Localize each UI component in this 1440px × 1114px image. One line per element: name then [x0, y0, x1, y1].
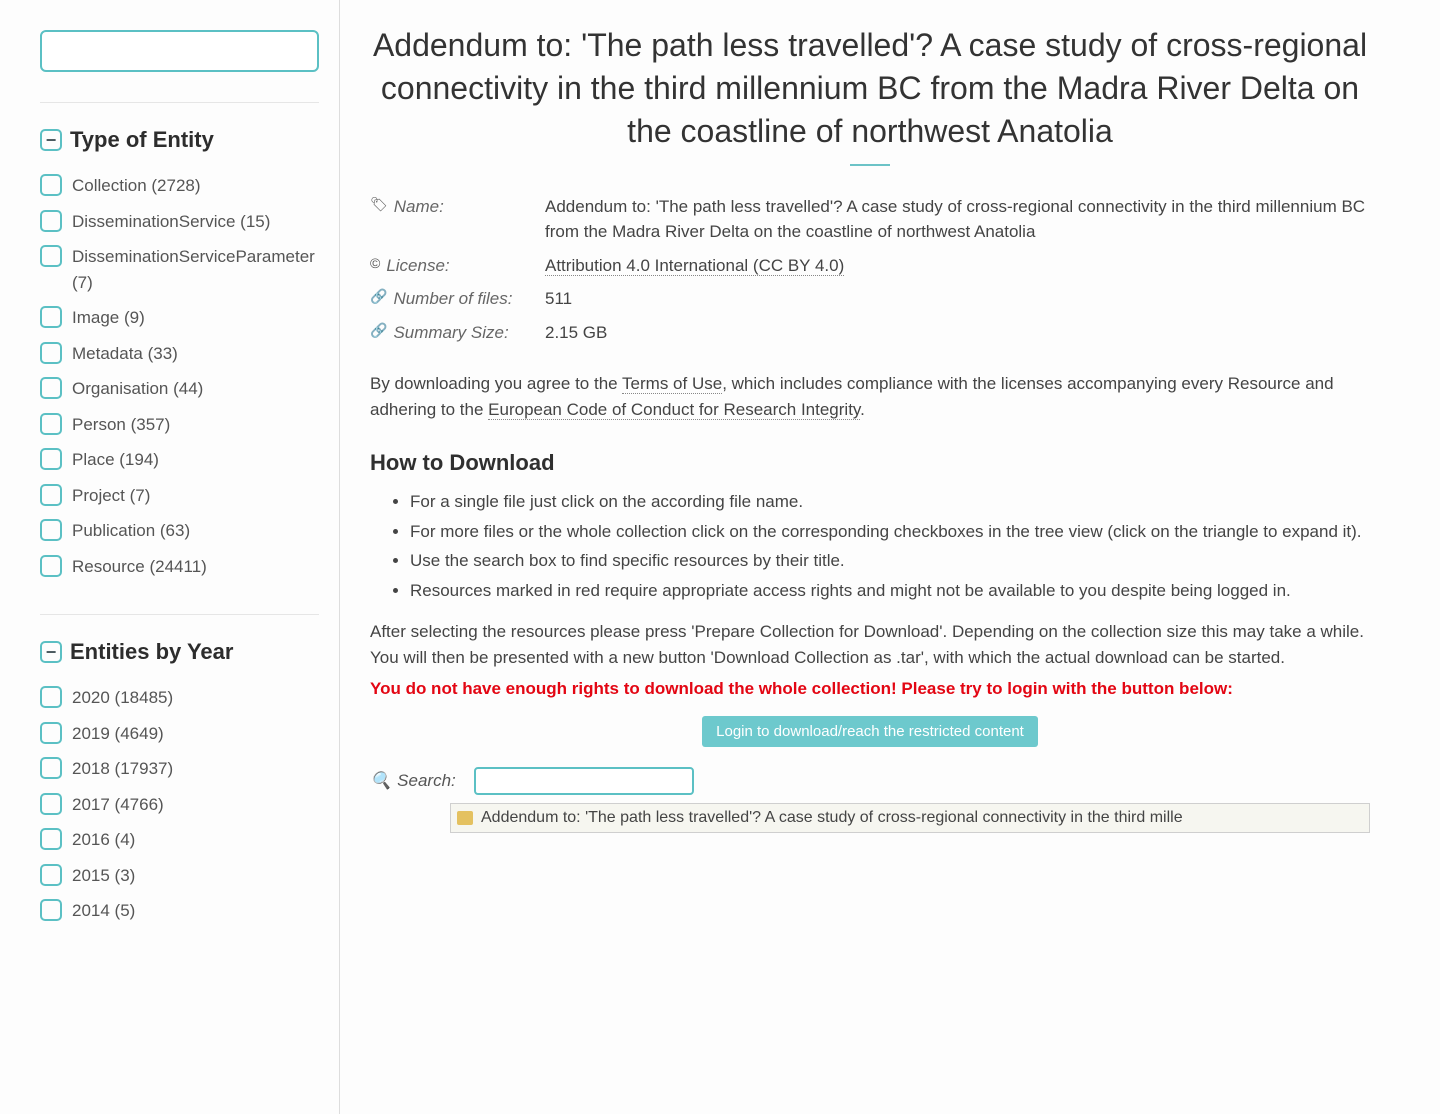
list-item: For a single file just click on the acco… — [410, 489, 1370, 515]
checkbox-icon[interactable] — [40, 306, 62, 328]
facet-item[interactable]: 2019 (4649) — [40, 716, 319, 752]
list-item: Use the search box to find specific reso… — [410, 548, 1370, 574]
checkbox-icon[interactable] — [40, 828, 62, 850]
meta-value-numfiles: 511 — [545, 286, 1370, 312]
sidebar-divider — [40, 614, 319, 615]
sidebar: − Type of Entity Collection (2728) Disse… — [0, 0, 340, 1114]
login-button[interactable]: Login to download/reach the restricted c… — [702, 716, 1038, 747]
checkbox-icon[interactable] — [40, 864, 62, 886]
facet-item[interactable]: DisseminationServiceParameter (7) — [40, 239, 319, 300]
checkbox-icon[interactable] — [40, 757, 62, 779]
meta-value-name: Addendum to: 'The path less travelled'? … — [545, 194, 1370, 245]
facet-item[interactable]: Person (357) — [40, 407, 319, 443]
after-selection-text: After selecting the resources please pre… — [370, 619, 1370, 670]
tree-root-label: Addendum to: 'The path less travelled'? … — [481, 806, 1183, 830]
checkbox-icon[interactable] — [40, 686, 62, 708]
facet-item[interactable]: 2015 (3) — [40, 858, 319, 894]
facet-item[interactable]: Project (7) — [40, 478, 319, 514]
checkbox-icon[interactable] — [40, 519, 62, 541]
facet-item[interactable]: Resource (24411) — [40, 549, 319, 585]
list-item: Resources marked in red require appropri… — [410, 578, 1370, 604]
checkbox-icon[interactable] — [40, 174, 62, 196]
link-icon: 🔗 — [370, 286, 387, 307]
facet-item[interactable]: 2018 (17937) — [40, 751, 319, 787]
code-of-conduct-link[interactable]: European Code of Conduct for Research In… — [488, 400, 860, 420]
folder-icon — [457, 811, 473, 825]
facet-entities-by-year: − Entities by Year 2020 (18485) 2019 (46… — [40, 635, 319, 929]
checkbox-icon[interactable] — [40, 484, 62, 506]
checkbox-icon[interactable] — [40, 448, 62, 470]
rights-warning: You do not have enough rights to downloa… — [370, 676, 1370, 702]
meta-label-license: License: — [386, 253, 449, 279]
link-icon: 🔗 — [370, 320, 387, 341]
meta-label-name: Name: — [394, 194, 444, 220]
facet-item[interactable]: Place (194) — [40, 442, 319, 478]
list-item: For more files or the whole collection c… — [410, 519, 1370, 545]
checkbox-icon[interactable] — [40, 245, 62, 267]
how-to-download-list: For a single file just click on the acco… — [410, 489, 1370, 603]
facet-item[interactable]: Publication (63) — [40, 513, 319, 549]
checkbox-icon[interactable] — [40, 793, 62, 815]
checkbox-icon[interactable] — [40, 210, 62, 232]
page-title: Addendum to: 'The path less travelled'? … — [370, 24, 1370, 154]
facet-item[interactable]: 2020 (18485) — [40, 680, 319, 716]
sidebar-search-input[interactable] — [40, 30, 319, 72]
meta-label-numfiles: Number of files: — [393, 286, 512, 312]
tree-root-row[interactable]: ▸ Addendum to: 'The path less travelled'… — [450, 803, 1370, 833]
facet-title: Entities by Year — [70, 635, 233, 668]
terms-of-use-link[interactable]: Terms of Use — [622, 374, 722, 394]
checkbox-icon[interactable] — [40, 555, 62, 577]
how-to-download-heading: How to Download — [370, 446, 1370, 479]
license-link[interactable]: Attribution 4.0 International (CC BY 4.0… — [545, 256, 844, 276]
tag-icon: 🏷 — [370, 194, 388, 215]
search-icon: 🔍 — [370, 768, 391, 794]
collapse-icon[interactable]: − — [40, 129, 62, 151]
title-underline — [850, 164, 890, 166]
checkbox-icon[interactable] — [40, 413, 62, 435]
collapse-icon[interactable]: − — [40, 641, 62, 663]
main-content: Addendum to: 'The path less travelled'? … — [340, 0, 1400, 1114]
checkbox-icon[interactable] — [40, 899, 62, 921]
tree-search-input[interactable] — [474, 767, 694, 795]
facet-item[interactable]: Organisation (44) — [40, 371, 319, 407]
facet-item[interactable]: Metadata (33) — [40, 336, 319, 372]
meta-label-size: Summary Size: — [393, 320, 508, 346]
facet-item[interactable]: DisseminationService (15) — [40, 204, 319, 240]
facet-item[interactable]: 2014 (5) — [40, 893, 319, 929]
facet-item[interactable]: Image (9) — [40, 300, 319, 336]
facet-type-of-entity: − Type of Entity Collection (2728) Disse… — [40, 123, 319, 584]
copyright-icon: © — [370, 253, 380, 274]
sidebar-divider — [40, 102, 319, 103]
facet-item[interactable]: 2017 (4766) — [40, 787, 319, 823]
checkbox-icon[interactable] — [40, 722, 62, 744]
facet-title: Type of Entity — [70, 123, 214, 156]
metadata-table: 🏷 Name: Addendum to: 'The path less trave… — [370, 190, 1370, 350]
checkbox-icon[interactable] — [40, 377, 62, 399]
agreement-text: By downloading you agree to the Terms of… — [370, 371, 1370, 422]
meta-value-size: 2.15 GB — [545, 320, 1370, 346]
tree-view: 🔍 Search: ▸ Addendum to: 'The path less … — [370, 767, 1370, 833]
facet-item[interactable]: 2016 (4) — [40, 822, 319, 858]
tree-search-label: 🔍 Search: — [370, 768, 456, 794]
checkbox-icon[interactable] — [40, 342, 62, 364]
facet-item[interactable]: Collection (2728) — [40, 168, 319, 204]
